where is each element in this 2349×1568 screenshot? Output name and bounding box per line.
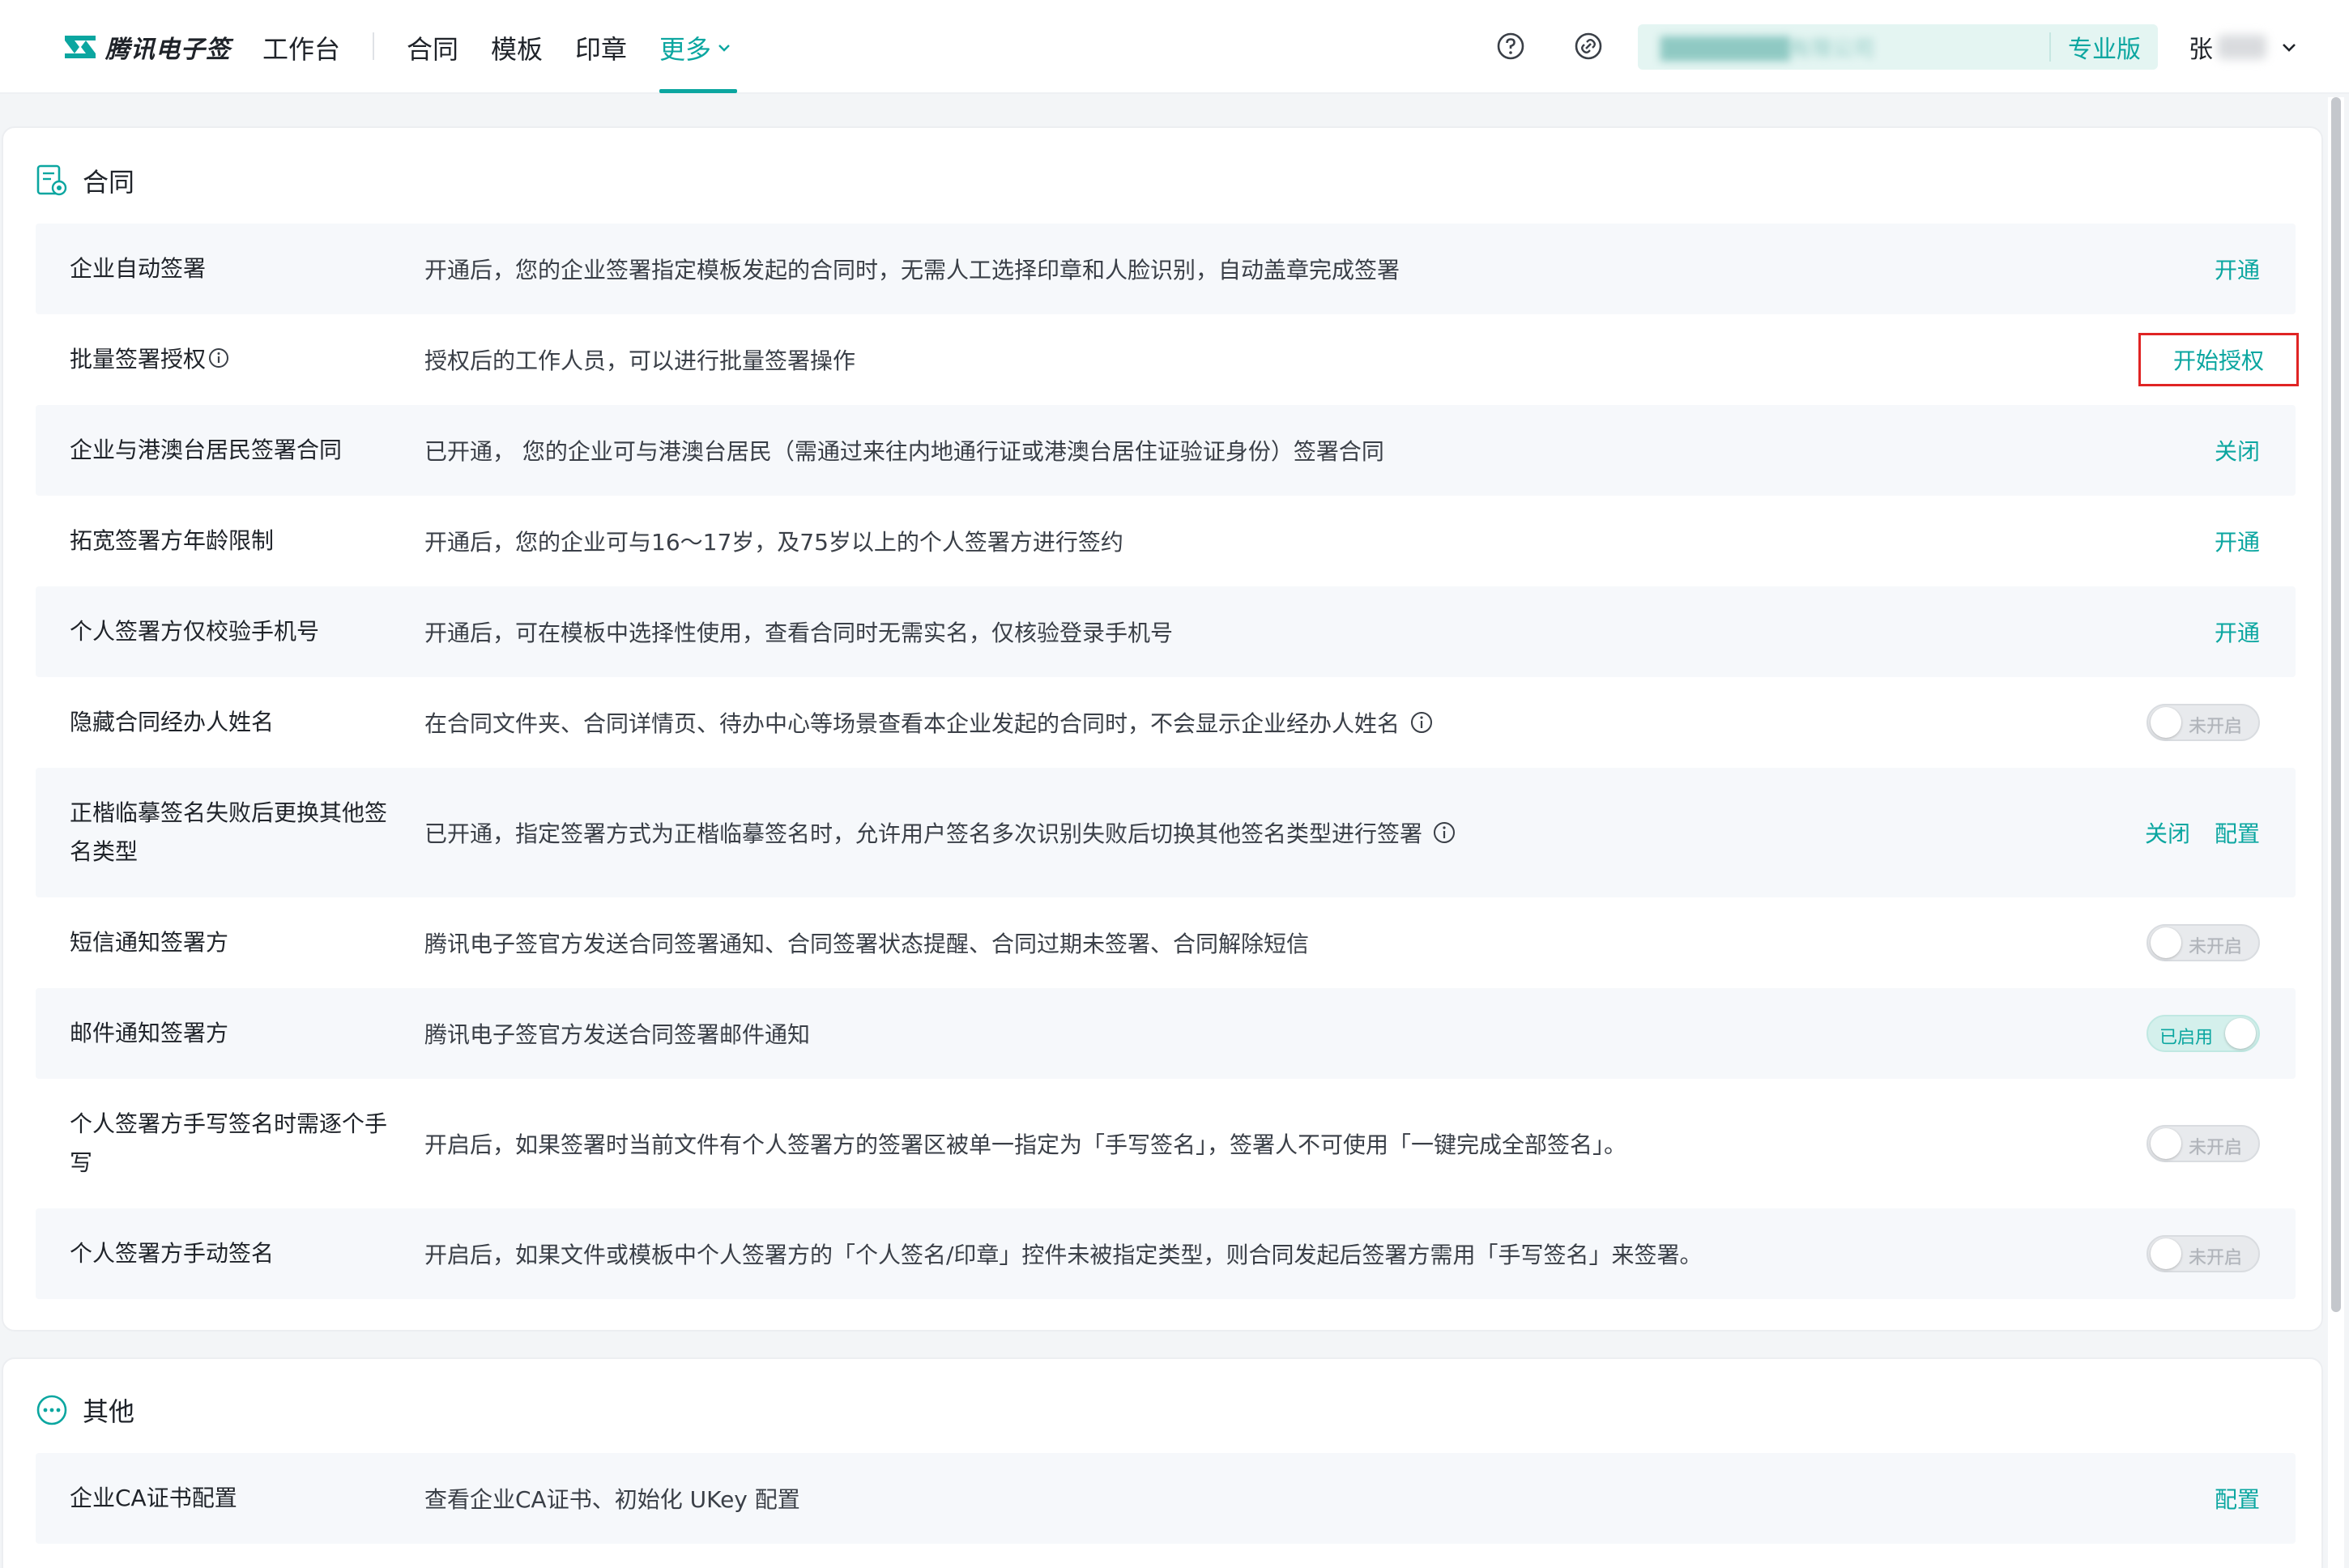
setting-description: 开启后，如果签署时当前文件有个人签署方的签署区被单一指定为「手写签名」，签署人不…: [424, 1131, 1627, 1158]
setting-title: 企业CA证书配置: [70, 1485, 237, 1511]
nav-templates[interactable]: 模板: [491, 29, 543, 66]
nav-more[interactable]: 更多: [659, 29, 732, 66]
logo-icon: [65, 36, 96, 58]
top-navigation-bar: 腾讯电子签 工作台 合同 模板 印章 更多 ████████有限公司 专业版 张: [0, 0, 2349, 94]
configure-button[interactable]: 配置: [2215, 1482, 2260, 1515]
setting-description: 开启后，如果文件或模板中个人签署方的「个人签名/印章」控件未被指定类型，则合同发…: [424, 1242, 1703, 1268]
setting-title: 个人签署方仅校验手机号: [70, 618, 320, 645]
email-notify-toggle[interactable]: 已启用: [2146, 1015, 2260, 1052]
setting-row-signature-fallback: 正楷临摹签名失败后更换其他签名类型 已开通，指定签署方式为正楷临摹签名时，允许用…: [36, 768, 2296, 897]
active-nav-indicator: [659, 89, 737, 93]
nav-seals[interactable]: 印章: [575, 29, 627, 66]
setting-row-hk-macau-taiwan: 企业与港澳台居民签署合同 已开通， 您的企业可与港澳台居民（需通过来往内地通行证…: [36, 405, 2296, 496]
setting-description: 查看企业CA证书、初始化 UKey 配置: [424, 1486, 800, 1513]
setting-description: 开通后，您的企业签署指定模板发起的合同时，无需人工选择印章和人脸识别，自动盖章完…: [424, 257, 1400, 283]
setting-row-email-notify: 邮件通知签署方 腾讯电子签官方发送合同签署邮件通知 已启用: [36, 988, 2296, 1079]
sms-notify-toggle[interactable]: 未开启: [2146, 924, 2260, 961]
brand-logo[interactable]: 腾讯电子签: [63, 29, 231, 65]
enable-button[interactable]: 开通: [2215, 253, 2260, 285]
setting-row-auto-sign: 企业自动签署 开通后，您的企业签署指定模板发起的合同时，无需人工选择印章和人脸识…: [36, 224, 2296, 314]
nav-workbench[interactable]: 工作台: [262, 29, 340, 66]
setting-description: 开通后，可在模板中选择性使用，查看合同时无需实名，仅核验登录手机号: [424, 620, 1174, 646]
disable-button[interactable]: 关闭: [2215, 434, 2260, 467]
toggle-knob: [2151, 1238, 2181, 1269]
contract-section-title: 合同: [83, 167, 135, 198]
setting-row-hide-handler: 隐藏合同经办人姓名 在合同文件夹、合同详情页、待办中心等场景查看本企业发起的合同…: [36, 677, 2296, 768]
configure-button[interactable]: 配置: [2215, 816, 2260, 849]
enable-button[interactable]: 开通: [2215, 525, 2260, 557]
toggle-label: 未开启: [2189, 1248, 2243, 1268]
setting-title: 正楷临摹签名失败后更换其他签名类型: [70, 799, 388, 865]
setting-row-batch-sign: 批量签署授权 授权后的工作人员，可以进行批量签署操作 开始授权: [36, 314, 2299, 405]
toggle-knob: [2225, 1018, 2256, 1049]
info-icon[interactable]: [1432, 820, 1456, 845]
setting-row-sms-notify: 短信通知签署方 腾讯电子签官方发送合同签署通知、合同签署状态提醒、合同过期未签署…: [36, 897, 2296, 988]
contract-document-icon: [36, 164, 67, 196]
toggle-knob: [2151, 927, 2181, 958]
other-section-title: 其他: [83, 1396, 135, 1427]
setting-title: 拓宽签署方年龄限制: [70, 527, 275, 554]
toggle-knob: [2151, 1128, 2181, 1159]
setting-description: 授权后的工作人员，可以进行批量签署操作: [424, 347, 856, 374]
edition-badge: 专业版: [2068, 36, 2141, 64]
setting-description: 已开通， 您的企业可与港澳台居民（需通过来往内地通行证或港澳台居住证验证身份）签…: [424, 438, 1384, 465]
setting-title: 企业自动签署: [70, 255, 207, 282]
user-name: 张: [2189, 36, 2213, 64]
vertical-scrollbar[interactable]: [2328, 97, 2344, 1568]
toggle-knob: [2151, 707, 2181, 738]
setting-title: 个人签署方手写签名时需逐个手写: [70, 1110, 388, 1176]
scrollbar-thumb[interactable]: [2331, 97, 2341, 1312]
setting-description: 在合同文件夹、合同详情页、待办中心等场景查看本企业发起的合同时，不会显示企业经办…: [424, 706, 1434, 739]
enable-button[interactable]: 开通: [2215, 616, 2260, 648]
chevron-down-icon: [718, 45, 730, 52]
nav-more-label: 更多: [659, 34, 712, 65]
setting-title: 短信通知签署方: [70, 929, 229, 956]
setting-description: 已开通，指定签署方式为正楷临摹签名时，允许用户签名多次识别失败后切换其他签名类型…: [424, 816, 1456, 849]
nav-divider: [373, 32, 374, 60]
disable-button[interactable]: 关闭: [2145, 816, 2190, 849]
handwrite-each-toggle[interactable]: 未开启: [2146, 1125, 2260, 1162]
toggle-label: 未开启: [2189, 1138, 2243, 1158]
setting-description: 开通后，您的企业可与16～17岁，及75岁以上的个人签署方进行签约: [424, 529, 1123, 556]
setting-row-ca-certificate: 企业CA证书配置 查看企业CA证书、初始化 UKey 配置 配置: [36, 1453, 2296, 1544]
setting-description: 腾讯电子签官方发送合同签署邮件通知: [424, 1021, 811, 1048]
toggle-label: 未开启: [2189, 717, 2243, 737]
setting-title: 企业与港澳台居民签署合同: [70, 437, 343, 463]
link-icon[interactable]: [1573, 31, 1604, 62]
chevron-down-icon: [2283, 44, 2296, 52]
setting-row-age-limit: 拓宽签署方年龄限制 开通后，您的企业可与16～17岁，及75岁以上的个人签署方进…: [36, 496, 2296, 586]
manual-signature-toggle[interactable]: 未开启: [2146, 1235, 2260, 1272]
hide-handler-toggle[interactable]: 未开启: [2146, 704, 2260, 741]
setting-title: 批量签署授权: [70, 340, 394, 379]
contract-settings-card: 合同 企业自动签署 开通后，您的企业签署指定模板发起的合同时，无需人工选择印章和…: [2, 126, 2323, 1332]
toggle-label: 已启用: [2159, 1028, 2214, 1048]
setting-title: 个人签署方手动签名: [70, 1240, 275, 1267]
more-dots-icon: [36, 1395, 67, 1425]
nav-contracts[interactable]: 合同: [407, 29, 458, 66]
other-settings-card: 其他 企业CA证书配置 查看企业CA证书、初始化 UKey 配置 配置: [2, 1357, 2323, 1568]
info-icon[interactable]: [1409, 710, 1434, 735]
setting-title: 隐藏合同经办人姓名: [70, 709, 275, 735]
contract-section-header: 合同: [36, 162, 134, 199]
organization-switcher[interactable]: ████████有限公司 专业版: [1638, 24, 2158, 70]
setting-description: 腾讯电子签官方发送合同签署通知、合同签署状态提醒、合同过期未签署、合同解除短信: [424, 931, 1310, 957]
user-name-masked: [2218, 35, 2266, 59]
row-actions: 关闭 配置: [2145, 816, 2260, 849]
info-icon[interactable]: [207, 347, 230, 369]
logo-text: 腾讯电子签: [105, 36, 231, 64]
setting-row-phone-only: 个人签署方仅校验手机号 开通后，可在模板中选择性使用，查看合同时无需实名，仅核验…: [36, 586, 2296, 677]
organization-name: ████████有限公司: [1660, 36, 1874, 62]
start-authorization-button[interactable]: 开始授权: [2138, 333, 2299, 386]
help-icon[interactable]: [1495, 31, 1526, 62]
other-section-header: 其他: [36, 1391, 134, 1429]
setting-title: 邮件通知签署方: [70, 1020, 229, 1046]
toggle-label: 未开启: [2189, 937, 2243, 957]
setting-row-handwrite-each: 个人签署方手写签名时需逐个手写 开启后，如果签署时当前文件有个人签署方的签署区被…: [36, 1079, 2296, 1208]
setting-row-manual-signature: 个人签署方手动签名 开启后，如果文件或模板中个人签署方的「个人签名/印章」控件未…: [36, 1208, 2296, 1299]
user-menu[interactable]: 张: [2189, 29, 2299, 65]
